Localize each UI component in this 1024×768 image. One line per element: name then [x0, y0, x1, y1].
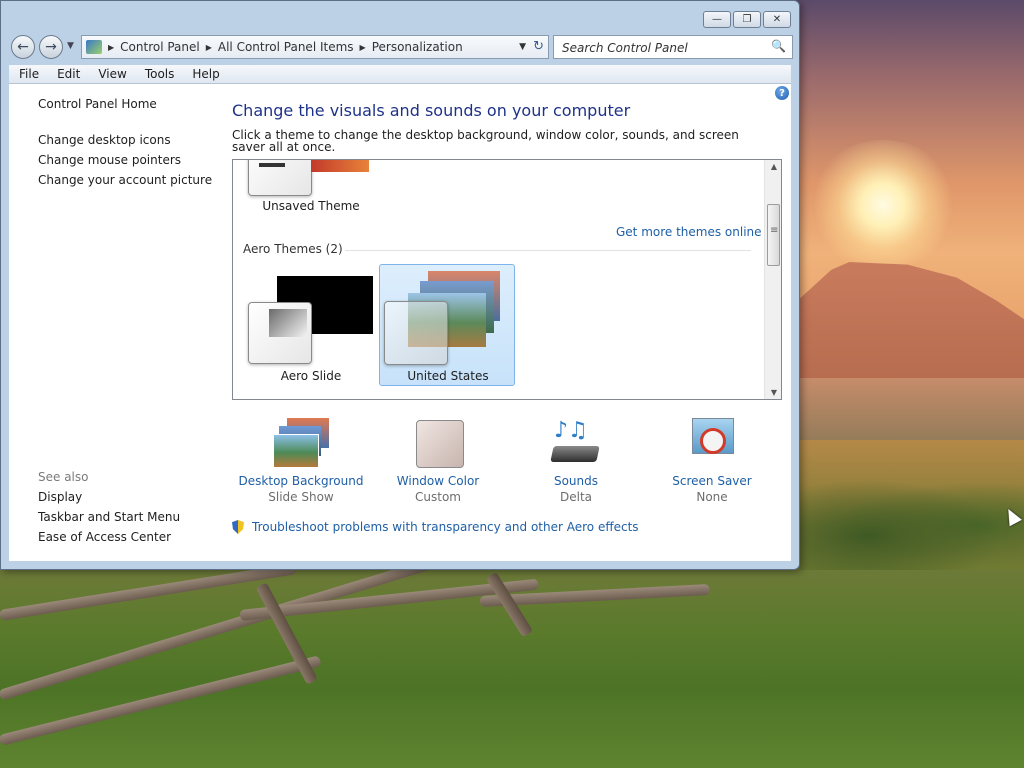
close-icon: ✕ [772, 14, 782, 25]
window-color-value: Custom [415, 490, 461, 504]
menu-help[interactable]: Help [182, 67, 227, 81]
scroll-down-icon[interactable]: ▼ [771, 388, 777, 397]
search-icon[interactable]: 🔍 [771, 39, 786, 53]
united-states-theme[interactable]: United States [379, 264, 515, 386]
display-link[interactable]: Display [38, 490, 82, 504]
change-mouse-pointers-link[interactable]: Change mouse pointers [38, 153, 181, 167]
sounds-title[interactable]: Sounds [506, 474, 646, 488]
window-color-icon [410, 418, 466, 468]
united-states-label: United States [407, 369, 489, 383]
desktop-background-option[interactable]: Desktop Background Slide Show [231, 418, 371, 504]
search-box[interactable]: 🔍 [553, 35, 793, 59]
wallpaper-sun [808, 140, 958, 270]
window-controls: — ❐ ✕ [703, 11, 791, 28]
screen-saver-title[interactable]: Screen Saver [642, 474, 782, 488]
refresh-icon[interactable]: ↻ [533, 39, 544, 54]
breadcrumb-personalization[interactable]: Personalization [372, 40, 463, 54]
aero-slide-label[interactable]: Aero Slide [251, 369, 371, 383]
window-color-title[interactable]: Window Color [368, 474, 508, 488]
control-panel-home-link[interactable]: Control Panel Home [38, 97, 157, 111]
navigation-row: ← → ▼ ▶ Control Panel ▶ All Control Pane… [9, 35, 793, 59]
desktop-background-icon [273, 418, 329, 468]
screen-saver-option[interactable]: Screen Saver None [642, 418, 782, 504]
thumbnail-taskbar [259, 163, 285, 167]
desktop-background-title[interactable]: Desktop Background [231, 474, 371, 488]
ease-of-access-link[interactable]: Ease of Access Center [38, 530, 171, 544]
breadcrumb-separator[interactable]: ▶ [360, 43, 366, 52]
forward-button[interactable]: → [39, 35, 63, 59]
breadcrumb-all-items[interactable]: All Control Panel Items [218, 40, 354, 54]
forward-arrow-icon: → [45, 39, 57, 55]
sounds-icon: ♪♫ [548, 418, 604, 468]
menu-view[interactable]: View [88, 67, 134, 81]
united-states-thumbnail [384, 301, 448, 365]
restore-icon: ❐ [742, 14, 752, 25]
help-icon[interactable]: ? [775, 86, 789, 100]
shield-icon [232, 520, 244, 534]
unsaved-theme-label[interactable]: Unsaved Theme [251, 199, 371, 213]
unsaved-theme-thumbnail[interactable] [248, 160, 312, 196]
unsaved-theme-preview [311, 160, 369, 172]
breadcrumb-separator[interactable]: ▶ [206, 43, 212, 52]
menu-file[interactable]: File [9, 67, 47, 81]
aero-themes-heading: Aero Themes (2) [243, 242, 343, 256]
taskbar-start-menu-link[interactable]: Taskbar and Start Menu [38, 510, 180, 524]
control-panel-icon [86, 40, 102, 54]
group-divider [345, 250, 751, 251]
back-arrow-icon: ← [17, 39, 29, 55]
minimize-button[interactable]: — [703, 11, 731, 28]
color-swatch [416, 420, 464, 468]
themes-scrollbar[interactable]: ▲ ▼ [764, 160, 781, 399]
change-account-picture-link[interactable]: Change your account picture [38, 173, 212, 187]
speaker-icon [550, 446, 600, 462]
desktop-background-value: Slide Show [268, 490, 334, 504]
menu-tools[interactable]: Tools [135, 67, 183, 81]
bg-photo-front [273, 434, 319, 468]
search-input[interactable] [560, 40, 764, 56]
window-color-option[interactable]: Window Color Custom [368, 418, 508, 504]
scroll-thumb[interactable] [767, 204, 780, 266]
minimize-icon: — [712, 14, 722, 25]
sounds-value: Delta [559, 490, 592, 504]
screen-saver-icon [684, 418, 740, 468]
wallpaper-bushes [800, 470, 1024, 580]
thumbnail-window [269, 309, 307, 337]
troubleshoot-label[interactable]: Troubleshoot problems with transparency … [252, 520, 639, 534]
menu-edit[interactable]: Edit [47, 67, 88, 81]
content-area: ? Control Panel Home Change desktop icon… [9, 84, 791, 561]
title-bar[interactable]: — ❐ ✕ [1, 1, 799, 31]
wallpaper-mountain [800, 262, 1024, 392]
restore-button[interactable]: ❐ [733, 11, 761, 28]
breadcrumb-control-panel[interactable]: Control Panel [120, 40, 200, 54]
back-button[interactable]: ← [11, 35, 35, 59]
change-desktop-icons-link[interactable]: Change desktop icons [38, 133, 171, 147]
sounds-option[interactable]: ♪♫ Sounds Delta [506, 418, 646, 504]
scroll-up-icon[interactable]: ▲ [771, 162, 777, 171]
music-note-icon: ♪♫ [554, 418, 588, 443]
no-symbol-icon [700, 428, 726, 454]
recent-pages-dropdown[interactable]: ▼ [67, 41, 74, 51]
page-title: Change the visuals and sounds on your co… [232, 101, 631, 120]
breadcrumb-separator[interactable]: ▶ [108, 43, 114, 52]
screen-saver-value: None [696, 490, 728, 504]
address-dropdown-icon[interactable]: ▼ [519, 42, 526, 52]
aero-slide-thumbnail[interactable] [248, 302, 312, 364]
close-button[interactable]: ✕ [763, 11, 791, 28]
menu-bar: File Edit View Tools Help [9, 65, 791, 84]
wallpaper-haze [800, 378, 1024, 448]
page-description: Click a theme to change the desktop back… [232, 128, 739, 154]
address-bar[interactable]: ▶ Control Panel ▶ All Control Panel Item… [81, 35, 549, 59]
troubleshoot-link[interactable]: Troubleshoot problems with transparency … [232, 520, 639, 534]
get-more-themes-link[interactable]: Get more themes online [616, 225, 762, 239]
see-also-heading: See also [38, 470, 89, 484]
themes-list[interactable]: Unsaved Theme Get more themes online Aer… [232, 159, 782, 400]
personalization-window: — ❐ ✕ ← → ▼ ▶ Control Panel ▶ All Contro… [0, 0, 800, 570]
